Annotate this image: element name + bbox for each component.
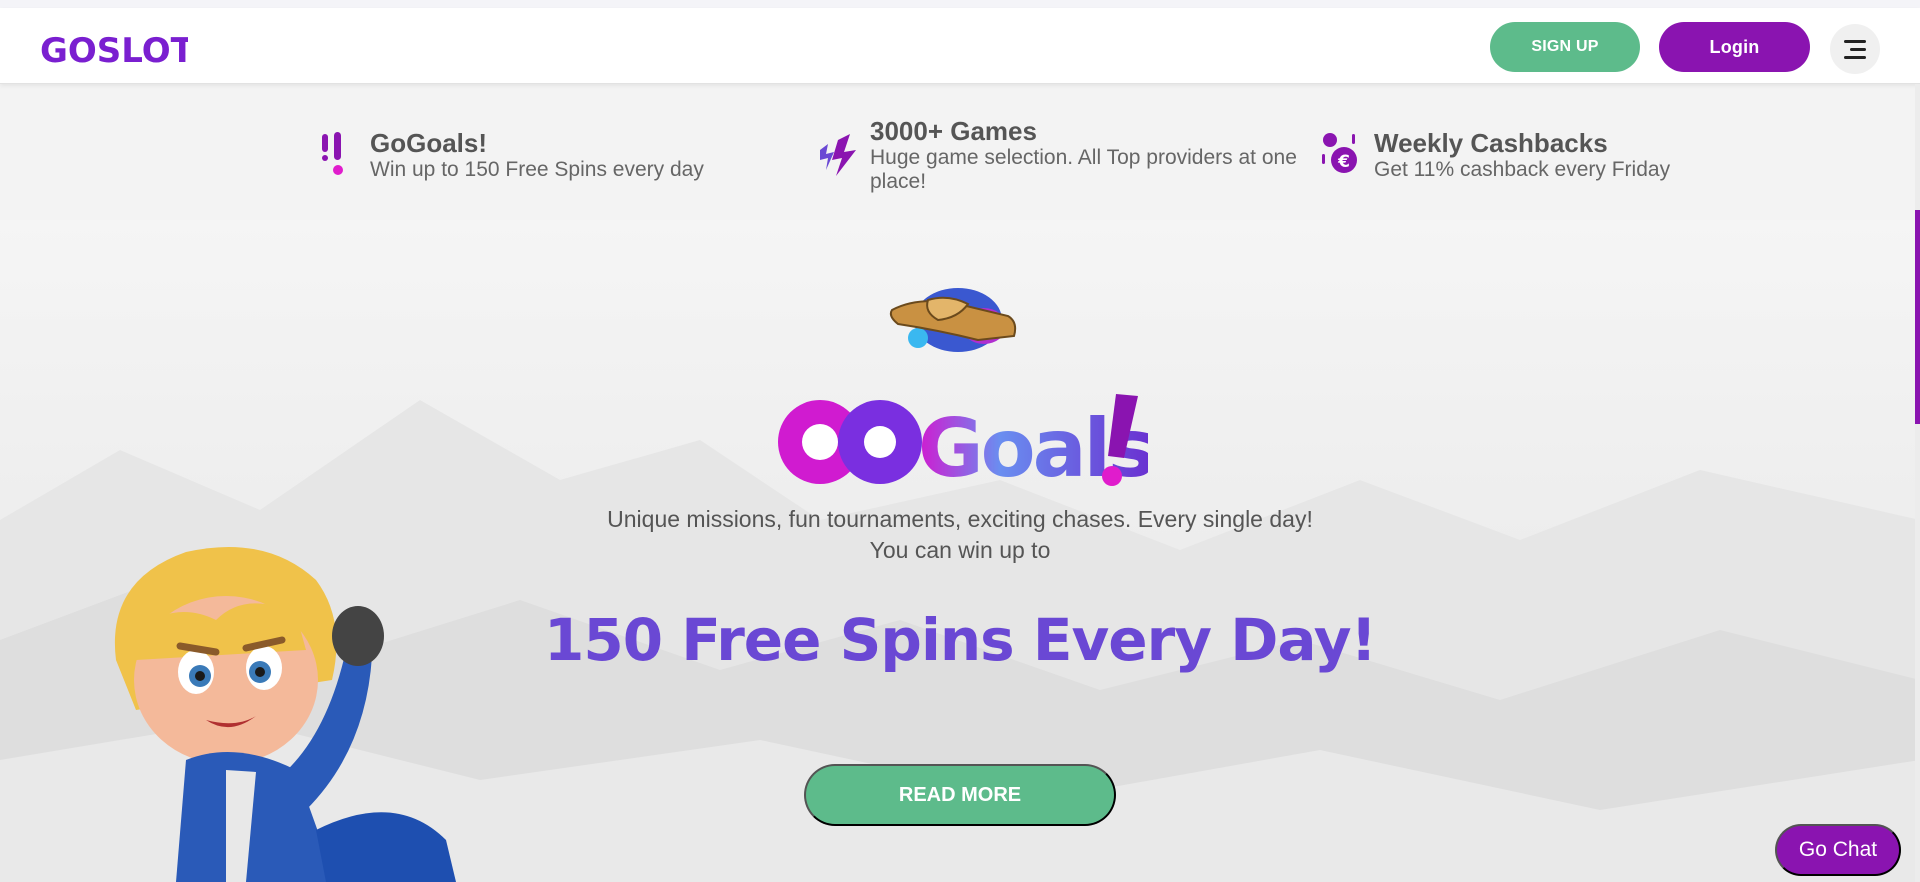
feature-title: Weekly Cashbacks [1374, 128, 1608, 158]
scrollbar-thumb[interactable] [1915, 210, 1920, 424]
hero-description-line: You can win up to [869, 537, 1051, 563]
feature-title: GoGoals! [370, 128, 488, 158]
hero-description-line: Unique missions, fun tournaments, exciti… [607, 506, 1313, 532]
feature-cashback: € Weekly Cashbacks Get 11% cashback ever… [1320, 128, 1670, 182]
hamburger-menu-icon[interactable] [1830, 24, 1880, 74]
feature-games: 3000+ Games Huge game selection. All Top… [816, 116, 1350, 194]
go-chat-button[interactable]: Go Chat [1775, 824, 1901, 876]
euro-cashback-icon: € [1322, 133, 1357, 173]
svg-text:€: € [1337, 152, 1350, 172]
gogoals-logo: Goals [778, 394, 1148, 490]
sign-up-button[interactable]: SIGN UP [1490, 22, 1640, 72]
hero-description: Unique missions, fun tournaments, exciti… [460, 504, 1460, 566]
character-illustration [114, 546, 456, 882]
scroll-parchment-image [889, 288, 1017, 352]
page-scrollbar[interactable] [1915, 84, 1920, 882]
feature-description: Win up to 150 Free Spins every day [370, 158, 704, 181]
login-button[interactable]: Login [1659, 22, 1810, 72]
feature-gogoals: GoGoals! Win up to 150 Free Spins every … [316, 128, 704, 182]
feature-description: Get 11% cashback every Friday [1374, 158, 1671, 181]
goslot-logo[interactable]: GOSLOT! [38, 24, 188, 72]
read-more-button[interactable]: READ MORE [804, 764, 1116, 826]
feature-title: 3000+ Games [870, 116, 1037, 146]
hero-headline: 150 Free Spins Every Day! [544, 606, 1377, 674]
lightning-icon [820, 134, 856, 176]
exclamation-icon [322, 132, 343, 175]
site-header: GOSLOT! SIGN UP Login [0, 8, 1920, 84]
top-strip [0, 0, 1920, 8]
feature-description: Huge game selection. All Top providers a… [870, 146, 1297, 193]
svg-text:GOSLOT!: GOSLOT! [40, 31, 188, 71]
